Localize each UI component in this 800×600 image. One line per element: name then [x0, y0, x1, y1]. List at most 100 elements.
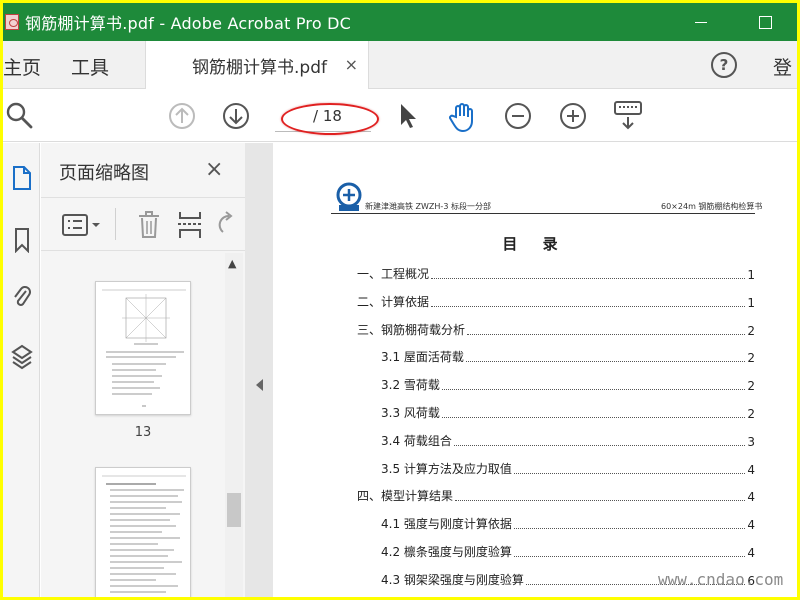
toc-entry-label: 3.1 屋面活荷载 [381, 350, 464, 365]
toc-entry-page: 4 [747, 490, 755, 505]
toolbar-divider [115, 208, 116, 240]
toc-entry[interactable]: 3.1 屋面活荷载 2 [381, 348, 755, 365]
toc-leader-dots [431, 305, 746, 307]
collapse-panel-arrow-icon[interactable] [256, 379, 263, 391]
keyboard-icon[interactable] [613, 100, 643, 132]
toc-entry-page: 2 [747, 323, 755, 338]
help-icon[interactable]: ? [711, 52, 737, 78]
toc-entry-label: 二、计算依据 [357, 294, 430, 309]
toc-entry-page: 1 [747, 268, 755, 282]
toc-entry[interactable]: 3.4 荷载组合 3 [381, 432, 755, 449]
toc-entry[interactable]: 二、计算依据 1 [357, 293, 755, 310]
toc-entry-page: 4 [747, 518, 755, 533]
window-controls [669, 3, 797, 41]
options-menu-icon[interactable] [61, 212, 105, 238]
document-viewer: 新建津潍高铁 ZWZH-3 标段一分部 60×24m 钢筋棚结构检算书 目 录 … [273, 143, 797, 597]
search-icon[interactable] [5, 100, 35, 130]
thumbnail-page-preview [102, 289, 186, 407]
toc-entry-page: 3 [747, 434, 755, 449]
next-page-icon[interactable] [221, 101, 251, 131]
minimize-button[interactable] [669, 3, 733, 41]
bookmark-icon [14, 228, 29, 253]
toc-leader-dots [453, 444, 746, 446]
maximize-button[interactable] [733, 3, 797, 41]
scroll-up-arrow-icon[interactable]: ▲ [228, 257, 236, 270]
panel-title: 页面缩略图 [59, 163, 149, 184]
toc-entry-label: 4.1 强度与刚度计算依据 [381, 517, 512, 532]
toc-entry[interactable]: 一、工程概况 1 [357, 265, 755, 282]
acrobat-app-icon [5, 14, 19, 30]
toc-heading: 目 录 [502, 235, 568, 253]
thumbnail-page-preview [102, 475, 186, 593]
panel-close-icon[interactable]: × [205, 157, 223, 182]
toc-leader-dots [513, 472, 746, 474]
toc-leader-dots [441, 417, 746, 418]
toc-entry-label: 四、模型计算结果 [357, 489, 454, 504]
trash-icon[interactable] [137, 210, 161, 240]
toc-entry[interactable]: 3.3 风荷载 2 [381, 404, 755, 421]
toc-entry[interactable]: 3.2 雪荷载 2 [381, 376, 755, 393]
zoom-out-icon[interactable] [503, 101, 533, 131]
title-bar: 钢筋棚计算书.pdf - Adobe Acrobat Pro DC [3, 3, 797, 41]
toc-entry-label: 4.2 檩条强度与刚度验算 [381, 545, 512, 559]
tab-home[interactable]: 主页 [3, 53, 41, 80]
toc-entry[interactable]: 四、模型计算结果 4 [357, 487, 755, 504]
window-title: 钢筋棚计算书.pdf - Adobe Acrobat Pro DC [25, 14, 352, 33]
toc-entry[interactable]: 三、钢筋棚荷载分析 2 [357, 321, 755, 338]
hand-tool-icon[interactable] [447, 101, 479, 133]
rail-attachments[interactable] [3, 283, 40, 311]
doc-header-left: 新建津潍高铁 ZWZH-3 标段一分部 [365, 202, 491, 211]
thumbnail-page-14[interactable] [95, 467, 191, 597]
rail-layers[interactable] [3, 343, 40, 371]
toc-entry-label: 3.4 荷载组合 [381, 433, 452, 448]
panel-splitter[interactable] [245, 143, 273, 597]
thumbnail-page-13[interactable] [95, 281, 191, 415]
tab-document[interactable]: 钢筋棚计算书.pdf × [145, 41, 369, 89]
prev-page-icon[interactable] [167, 101, 197, 131]
tab-document-label: 钢筋棚计算书.pdf [192, 57, 327, 78]
thumbnails-scrollbar[interactable]: ▲ [225, 253, 243, 597]
rail-thumbnails[interactable] [3, 165, 40, 191]
page-thumbnails-icon [12, 166, 31, 190]
toc-leader-dots [455, 500, 746, 502]
tab-close-icon[interactable]: × [345, 55, 358, 74]
navigation-rail [3, 143, 40, 597]
toc-entry-label: 一、工程概况 [357, 267, 430, 281]
login-button[interactable]: 登 [773, 53, 792, 80]
doc-header-right: 60×24m 钢筋棚结构检算书 [661, 202, 763, 211]
panel-toolbar [41, 197, 245, 251]
toc-leader-dots [465, 361, 746, 363]
scrollbar-thumb[interactable] [227, 493, 241, 527]
rail-bookmarks[interactable] [3, 227, 40, 253]
toc-entry[interactable]: 3.5 计算方法及应力取值 4 [381, 460, 755, 477]
toc-leader-dots [431, 278, 746, 279]
crop-icon[interactable] [177, 210, 203, 240]
thumbnails-panel: 页面缩略图 × 13 ▲ [41, 143, 245, 597]
toc-entry-page: 4 [747, 462, 755, 477]
thumbnail-page-label: 13 [134, 425, 152, 440]
toc-entry-label: 3.3 风荷载 [381, 406, 440, 420]
doc-header-rule [331, 213, 755, 214]
select-arrow-icon[interactable] [397, 101, 419, 131]
toc-entry-label: 三、钢筋棚荷载分析 [357, 322, 466, 337]
toc-leader-dots [513, 528, 746, 530]
toc-entry-label: 4.3 钢架梁强度与刚度验算 [381, 572, 524, 587]
zoom-in-icon[interactable] [558, 101, 588, 131]
toolbar: / 18 [3, 90, 797, 142]
app-window: 钢筋棚计算书.pdf - Adobe Acrobat Pro DC 主页 工具 … [3, 3, 797, 597]
annotation-ellipse [281, 103, 379, 135]
company-logo [336, 182, 362, 211]
toc-entry[interactable]: 4.1 强度与刚度计算依据 4 [381, 515, 755, 532]
toc-entry-page: 2 [747, 351, 755, 366]
watermark-text: www.cndao.com [658, 570, 784, 589]
toc-entry[interactable]: 4.2 檩条强度与刚度验算 4 [381, 543, 755, 560]
toc-entry-page: 2 [747, 407, 755, 421]
layers-icon [10, 344, 33, 370]
rotate-icon[interactable] [217, 210, 239, 240]
toc-entry-page: 4 [747, 546, 755, 560]
attachment-icon [13, 286, 31, 306]
tab-tools[interactable]: 工具 [71, 53, 109, 80]
tab-bar: 主页 工具 钢筋棚计算书.pdf × ? 登 [3, 41, 797, 89]
toc-leader-dots [467, 333, 746, 335]
toc-entry-page: 2 [747, 379, 755, 394]
